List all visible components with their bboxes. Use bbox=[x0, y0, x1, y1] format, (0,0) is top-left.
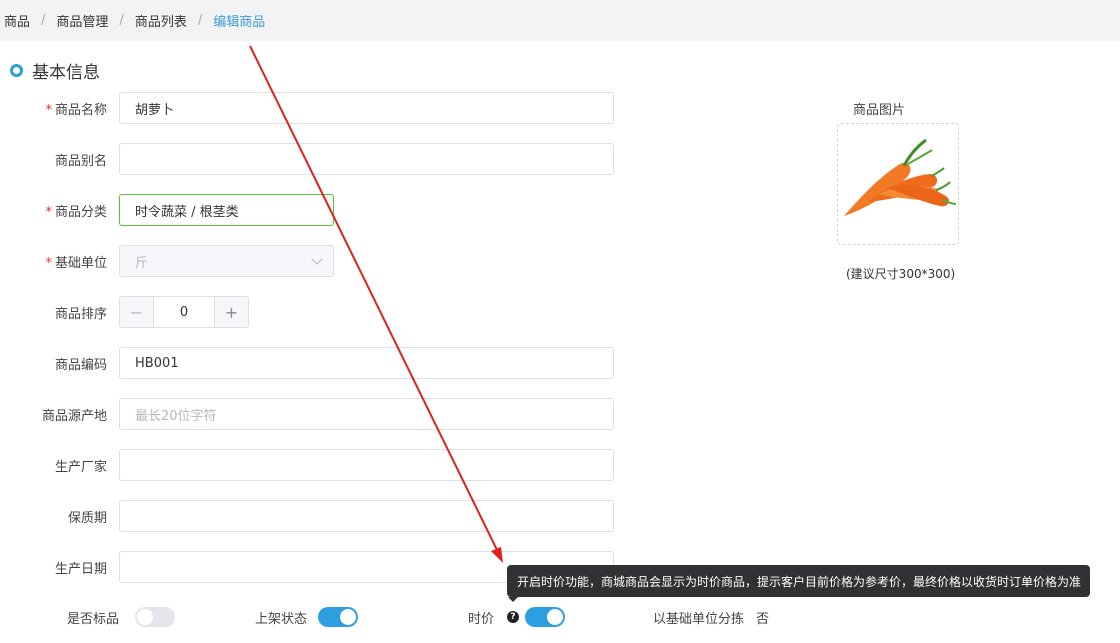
breadcrumb-goods-management[interactable]: 商品管理 bbox=[56, 11, 108, 30]
code-label: 商品编码 bbox=[54, 357, 107, 373]
unit-label: * 基础单位 bbox=[45, 255, 107, 271]
section-title: 基本信息 bbox=[10, 58, 100, 83]
form-row-code: 商品编码 HB001 bbox=[0, 347, 614, 379]
breadcrumb-separator: / bbox=[197, 13, 203, 28]
form-row-shelf-life: 保质期 bbox=[0, 500, 614, 532]
market-price-tooltip: 开启时价功能，商城商品会显示为时价商品，提示客户目前价格为参考价，最终价格以收货… bbox=[507, 565, 1090, 597]
section-dot-icon bbox=[10, 64, 23, 77]
sort-stepper: − 0 + bbox=[119, 296, 249, 328]
production-date-label: 生产日期 bbox=[54, 561, 107, 577]
sort-by-base-unit-label: 以基础单位分拣 bbox=[653, 611, 745, 627]
form-row-origin: 商品源产地 最长20位字符 bbox=[0, 398, 614, 430]
sort-by-base-unit-field: 以基础单位分拣 否 bbox=[653, 602, 769, 632]
form-row-manufacturer: 生产厂家 bbox=[0, 449, 614, 481]
unit-select-value: 斤 bbox=[135, 255, 149, 271]
breadcrumb: 商品 / 商品管理 / 商品列表 / 编辑商品 bbox=[0, 0, 1120, 41]
market-price-field: 时价 ? bbox=[468, 602, 566, 632]
manufacturer-label: 生产厂家 bbox=[54, 459, 107, 475]
is-standard-switch[interactable] bbox=[135, 607, 176, 627]
question-icon[interactable]: ? bbox=[507, 611, 520, 623]
sort-value[interactable]: 0 bbox=[154, 297, 214, 327]
listing-status-switch[interactable] bbox=[318, 607, 359, 627]
name-label: * 商品名称 bbox=[45, 102, 107, 118]
origin-label: 商品源产地 bbox=[41, 408, 107, 424]
form-row-alias: 商品别名 bbox=[0, 143, 614, 175]
code-input[interactable]: HB001 bbox=[119, 347, 614, 379]
breadcrumb-edit-goods: 编辑商品 bbox=[213, 15, 266, 30]
market-price-label: 时价 bbox=[468, 611, 495, 627]
form-row-category: * 商品分类 时令蔬菜 / 根茎类 bbox=[0, 194, 334, 226]
sort-by-base-unit-value: 否 bbox=[756, 611, 770, 627]
name-input[interactable]: 胡萝卜 bbox=[119, 92, 614, 124]
required-mark: * bbox=[45, 255, 52, 271]
breadcrumb-separator: / bbox=[119, 13, 124, 28]
carrot-image bbox=[844, 138, 957, 216]
unit-select: 斤 bbox=[119, 245, 334, 277]
market-price-switch[interactable] bbox=[525, 607, 566, 627]
form-row-name: * 商品名称 胡萝卜 bbox=[0, 92, 614, 124]
alias-input[interactable] bbox=[119, 143, 614, 175]
breadcrumb-goods-list[interactable]: 商品列表 bbox=[135, 11, 187, 30]
listing-status-field: 上架状态 bbox=[255, 602, 359, 632]
shelf-life-input[interactable] bbox=[119, 500, 614, 532]
manufacturer-input[interactable] bbox=[119, 449, 614, 481]
origin-input[interactable]: 最长20位字符 bbox=[119, 398, 614, 430]
breadcrumb-goods[interactable]: 商品 bbox=[4, 11, 30, 30]
image-size-hint: (建议尺寸300*300) bbox=[846, 267, 956, 281]
form-row-sort: 商品排序 − 0 + bbox=[0, 296, 249, 328]
chevron-down-icon bbox=[311, 253, 323, 265]
required-mark: * bbox=[45, 204, 52, 220]
category-label: * 商品分类 bbox=[45, 204, 107, 220]
image-label: 商品图片 bbox=[853, 103, 906, 118]
breadcrumb-separator: / bbox=[41, 13, 46, 28]
required-mark: * bbox=[45, 102, 52, 118]
increment-button[interactable]: + bbox=[214, 297, 248, 327]
listing-status-label: 上架状态 bbox=[255, 611, 308, 627]
tooltip-arrow bbox=[508, 597, 518, 602]
is-standard-label: 是否标品 bbox=[67, 611, 120, 627]
shelf-life-label: 保质期 bbox=[67, 510, 107, 526]
decrement-button[interactable]: − bbox=[120, 297, 154, 327]
is-standard-field: 是否标品 bbox=[67, 602, 176, 632]
image-upload[interactable] bbox=[837, 123, 959, 245]
sort-label: 商品排序 bbox=[54, 306, 107, 322]
section-title-text: 基本信息 bbox=[32, 63, 100, 83]
form-row-unit: * 基础单位 斤 bbox=[0, 245, 334, 277]
category-cascader[interactable]: 时令蔬菜 / 根茎类 bbox=[119, 194, 334, 226]
alias-label: 商品别名 bbox=[54, 153, 107, 169]
